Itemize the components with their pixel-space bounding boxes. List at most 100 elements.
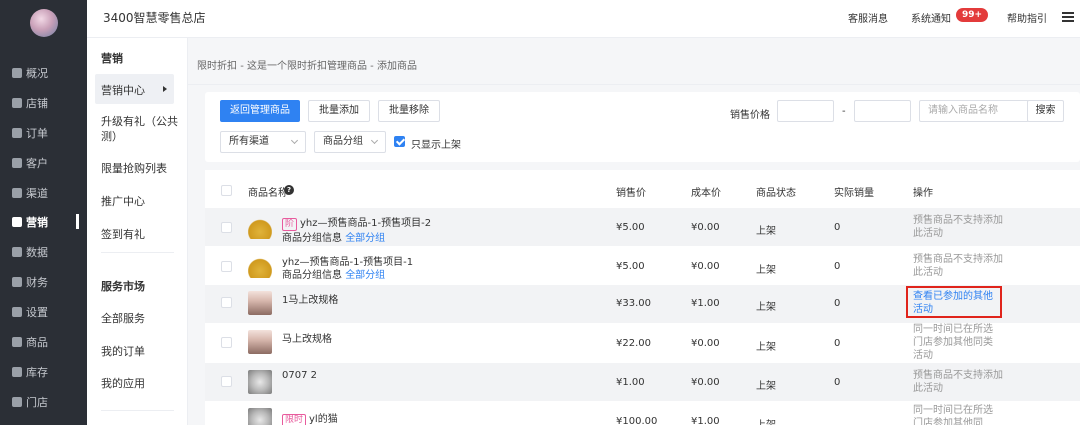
breadcrumb-item[interactable]: 限时折扣 [197, 61, 237, 72]
product-name[interactable]: 0707 2 [282, 370, 317, 381]
nav-item-store[interactable]: 店铺 [12, 95, 82, 111]
nav-item-marketing[interactable]: 营销 [12, 214, 82, 230]
nav-item-label: 财务 [26, 276, 48, 289]
nav-item-settings[interactable]: 设置 [12, 304, 82, 320]
product-thumbnail [248, 291, 272, 315]
system-notify-link[interactable]: 系统通知 [911, 10, 951, 25]
nav-item-customer[interactable]: 客户 [12, 155, 82, 171]
status-cell: 上架 [756, 381, 776, 392]
nav-item-label: 客户 [26, 157, 48, 170]
row-checkbox[interactable] [221, 222, 232, 233]
nav-item-label: 门店 [26, 396, 48, 409]
nav-item-label: 数据 [26, 246, 48, 259]
sales-cell: 0 [834, 298, 841, 309]
status-cell: 上架 [756, 342, 776, 353]
row-checkbox[interactable] [221, 337, 232, 348]
notify-badge: 99+ [956, 8, 988, 22]
breadcrumb-separator: - [240, 61, 247, 72]
nav-item-data[interactable]: 数据 [12, 244, 82, 260]
sub-nav-item-all-services[interactable]: 全部服务 [101, 311, 181, 326]
channel-select[interactable]: 所有渠道 [220, 131, 306, 153]
status-cell: 上架 [756, 302, 776, 313]
nav-item-inventory[interactable]: 库存 [12, 364, 82, 380]
goods-icon [12, 337, 22, 347]
price-cell: ¥5.00 [616, 222, 645, 233]
cost-cell: ¥0.00 [691, 377, 720, 388]
product-group: 商品分组信息 全部分组 [282, 266, 385, 281]
product-thumbnail [248, 330, 272, 354]
customer-icon [12, 158, 22, 168]
batch-remove-button[interactable]: 批量移除 [378, 100, 440, 122]
breadcrumb-separator: - [370, 61, 377, 72]
sub-nav-item-promotion[interactable]: 推广中心 [101, 194, 181, 209]
column-header-operation: 操作 [913, 188, 933, 199]
highlight-box [906, 286, 1002, 318]
row-checkbox[interactable] [221, 261, 232, 272]
nav-item-overview[interactable]: 概况 [12, 65, 82, 81]
channel-icon [12, 188, 22, 198]
sub-nav-item-upgrade-gift[interactable]: 升级有礼（公共测） [101, 114, 179, 144]
back-to-manage-button[interactable]: 返回管理商品 [220, 100, 300, 122]
nav-item-label: 订单 [26, 127, 48, 140]
group-link[interactable]: 全部分组 [345, 233, 385, 244]
chevron-down-icon [290, 136, 299, 145]
caret-right-icon [163, 86, 167, 92]
shop-name: 3400智慧零售总店 [103, 11, 206, 25]
product-name-text: yl的猫 [309, 414, 338, 425]
nav-item-goods[interactable]: 商品 [12, 334, 82, 350]
finance-icon [12, 277, 22, 287]
only-on-shelf-checkbox[interactable] [394, 136, 405, 147]
search-input[interactable]: 请输入商品名称 [919, 100, 1029, 122]
nav-item-label: 商品 [26, 336, 48, 349]
product-name[interactable]: 限时 yl的猫 [282, 410, 338, 425]
row-checkbox[interactable] [221, 376, 232, 387]
breadcrumb: 限时折扣 - 这是一个限时折扣管理商品 - 添加商品 [197, 57, 417, 72]
menu-icon[interactable] [1062, 12, 1074, 22]
select-all-checkbox[interactable] [221, 185, 232, 196]
nav-item-shop[interactable]: 门店 [12, 394, 82, 410]
avatar[interactable] [30, 9, 58, 37]
channel-select-value: 所有渠道 [229, 136, 269, 147]
nav-item-label: 店铺 [26, 97, 48, 110]
sub-nav-item-my-apps[interactable]: 我的应用 [101, 376, 181, 391]
product-name[interactable]: 1马上改规格 [282, 291, 338, 306]
group-select[interactable]: 商品分组 [314, 131, 386, 153]
nav-item-order[interactable]: 订单 [12, 125, 82, 141]
service-message-link[interactable]: 客服消息 [848, 10, 888, 25]
status-cell: 上架 [756, 416, 776, 425]
sub-nav-divider [101, 252, 174, 253]
price-cell: ¥33.00 [616, 298, 651, 309]
nav-item-finance[interactable]: 财务 [12, 274, 82, 290]
operation-note: 预售商品不支持添加此活动 [913, 370, 1003, 394]
inventory-icon [12, 367, 22, 377]
nav-item-label: 营销 [26, 216, 48, 229]
cost-cell: ¥1.00 [691, 416, 720, 425]
breadcrumb-item: 添加商品 [376, 61, 417, 72]
sub-nav-item-marketing-center[interactable]: 营销中心 [101, 83, 181, 98]
nav-item-channel[interactable]: 渠道 [12, 185, 82, 201]
divider [188, 84, 1080, 85]
shop-icon [12, 397, 22, 407]
min-price-input[interactable] [777, 100, 834, 122]
sales-cell: 0 [834, 261, 841, 272]
sub-nav-item-my-orders[interactable]: 我的订单 [101, 344, 181, 359]
sub-nav-item-checkin-gift[interactable]: 签到有礼 [101, 227, 181, 242]
only-on-shelf-label: 只显示上架 [411, 140, 461, 151]
breadcrumb-item[interactable]: 这是一个限时折扣管理商品 [247, 61, 367, 72]
price-separator: - [842, 106, 846, 117]
search-button[interactable]: 搜索 [1027, 100, 1064, 122]
product-thumbnail [248, 254, 272, 278]
sub-nav-title: 营销 [101, 52, 123, 65]
max-price-input[interactable] [854, 100, 911, 122]
operation-note: 预售商品不支持添加此活动 [913, 254, 1003, 278]
batch-add-button[interactable]: 批量添加 [308, 100, 370, 122]
row-checkbox[interactable] [221, 297, 232, 308]
help-icon[interactable]: ? [284, 185, 294, 195]
product-group: 商品分组信息 全部分组 [282, 229, 385, 244]
help-guide-link[interactable]: 帮助指引 [1007, 10, 1047, 25]
sub-nav-item-flash-sale[interactable]: 限量抢购列表 [101, 161, 181, 176]
group-link[interactable]: 全部分组 [345, 270, 385, 281]
product-name-text: yhz—预售商品-1-预售项目-2 [300, 218, 432, 229]
nav-item-label: 渠道 [26, 187, 48, 200]
product-name[interactable]: 马上改规格 [282, 330, 332, 345]
